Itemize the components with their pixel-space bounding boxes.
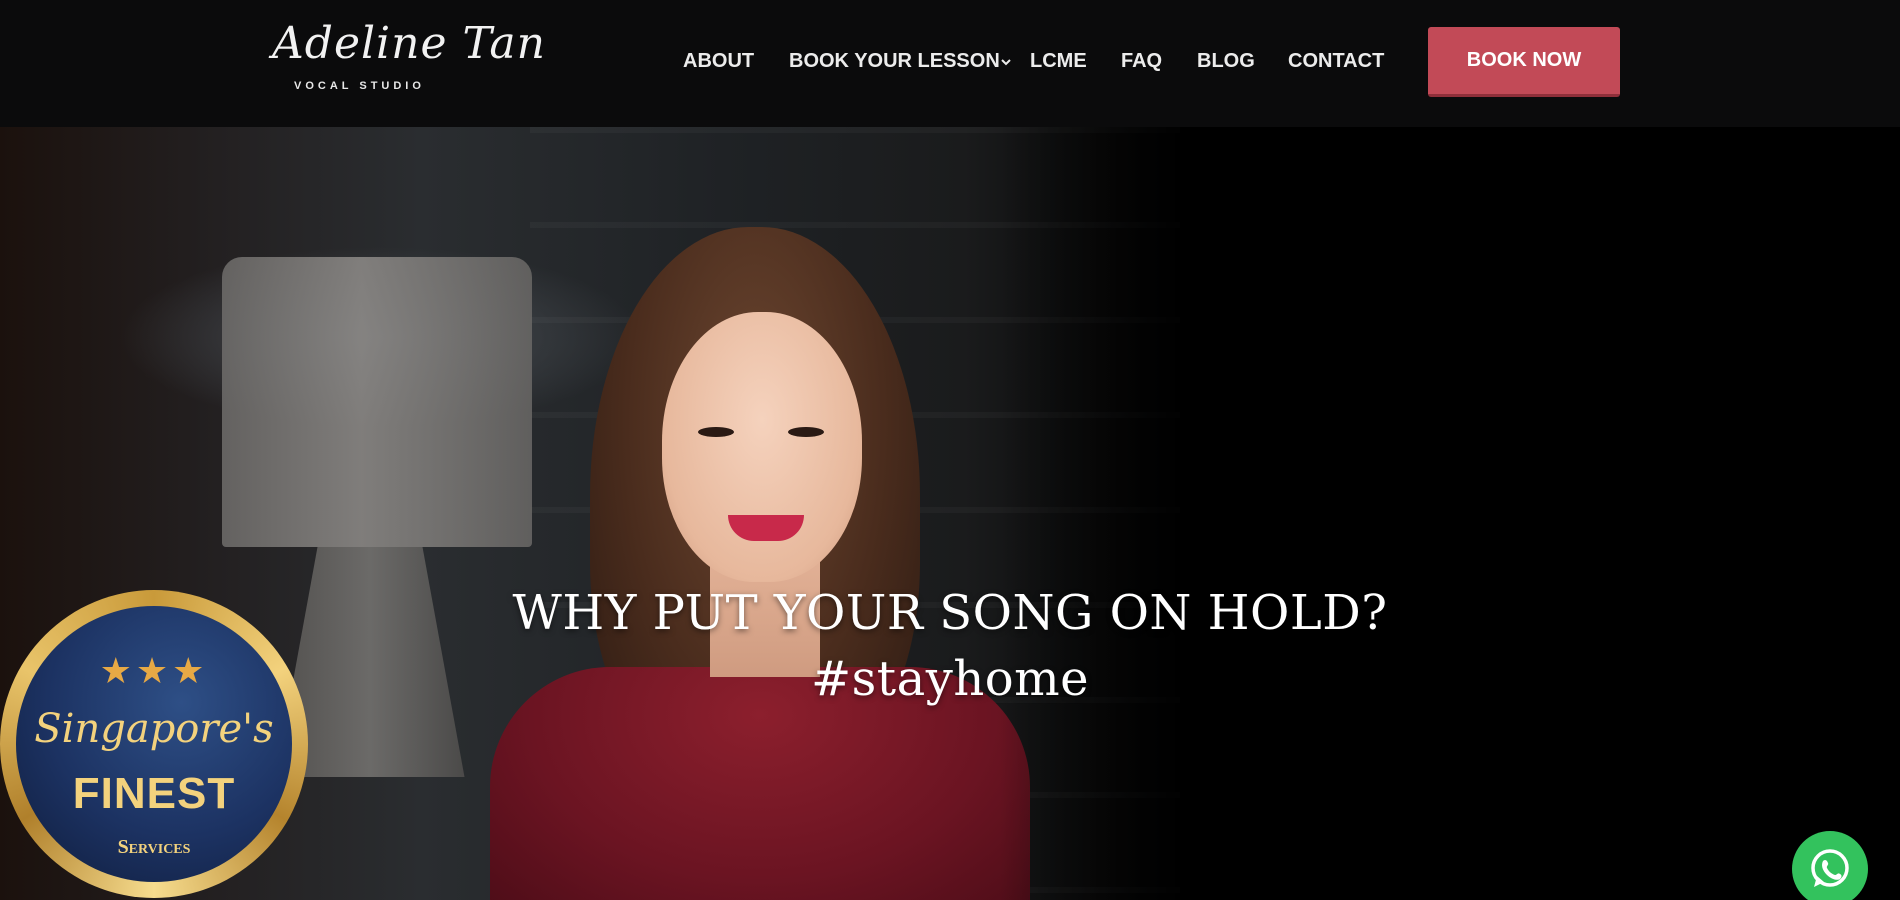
photo-fade — [1000, 127, 1210, 900]
whatsapp-button[interactable] — [1792, 831, 1868, 900]
nav-lcme[interactable]: LCME — [1030, 50, 1087, 73]
star-icon: ★★★ — [99, 650, 209, 691]
site-header: Adeline Tan VOCAL STUDIO ABOUT BOOK YOUR… — [0, 0, 1900, 127]
nav-blog[interactable]: BLOG — [1197, 50, 1255, 73]
whatsapp-icon — [1811, 849, 1849, 887]
chevron-down-icon[interactable] — [1001, 57, 1011, 67]
logo-subtitle: VOCAL STUDIO — [294, 80, 425, 92]
nav-contact[interactable]: CONTACT — [1288, 50, 1384, 73]
badge-inner: ★★★ Singapore's FINEST Services — [16, 606, 292, 882]
badge-subtitle: Services — [117, 836, 191, 858]
nav-faq[interactable]: FAQ — [1121, 50, 1162, 73]
hero-headline-line1: WHY PUT YOUR SONG ON HOLD? — [512, 585, 1388, 641]
singapores-finest-badge[interactable]: ★★★ Singapore's FINEST Services — [0, 590, 308, 898]
site-logo[interactable]: Adeline Tan VOCAL STUDIO — [272, 18, 545, 96]
nav-book-your-lesson[interactable]: BOOK YOUR LESSON — [789, 50, 1000, 73]
portrait-person — [470, 227, 1070, 900]
badge-script: Singapore's — [34, 706, 274, 752]
portrait-eye-left — [698, 427, 734, 437]
badge-title: FINEST — [72, 769, 236, 818]
portrait-eye-right — [788, 427, 824, 437]
logo-script-text: Adeline Tan — [272, 18, 546, 69]
book-now-button[interactable]: BOOK NOW — [1428, 27, 1620, 97]
nav-about[interactable]: ABOUT — [683, 50, 754, 73]
portrait-face — [662, 312, 862, 582]
